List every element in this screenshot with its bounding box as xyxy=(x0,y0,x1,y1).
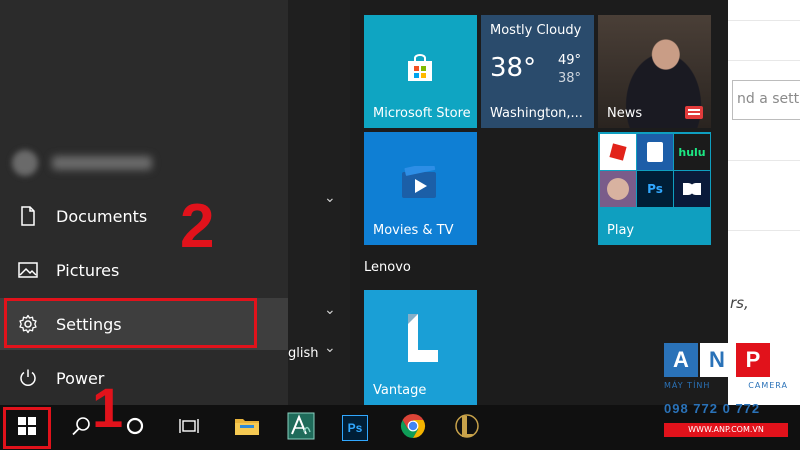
search-icon xyxy=(71,416,91,440)
watermark-letter: P xyxy=(736,343,770,377)
tile-label: Microsoft Store xyxy=(373,106,471,121)
tile-label: Play xyxy=(607,223,635,238)
tile-vantage[interactable]: Vantage xyxy=(364,290,477,405)
store-bag-icon xyxy=(404,53,436,89)
chevron-down-icon[interactable]: ⌄ xyxy=(324,340,336,356)
avatar xyxy=(12,150,38,176)
watermark-tagline: MÁY TÍNH CAMERA xyxy=(664,381,788,390)
step-2-label: 2 xyxy=(180,192,215,261)
rail-item-documents[interactable]: Documents xyxy=(0,190,288,242)
tile-play[interactable]: hulu Ps Play xyxy=(598,132,711,245)
pictures-icon xyxy=(0,244,56,296)
watermark-phone: 098 772 0 772 xyxy=(664,401,761,416)
tile-movies-tv[interactable]: Movies & TV xyxy=(364,132,477,245)
chevron-down-icon[interactable]: ⌄ xyxy=(324,190,336,206)
tile-microsoft-store[interactable]: Microsoft Store xyxy=(364,15,477,128)
divider xyxy=(728,230,800,231)
weather-temperature: 38° xyxy=(490,53,537,83)
app-icon xyxy=(287,412,315,444)
settings-search-input[interactable]: nd a settin xyxy=(732,80,800,120)
photoshop-icon: Ps xyxy=(342,414,368,441)
divider xyxy=(728,160,800,161)
photoshop-express-icon: Ps xyxy=(637,171,673,207)
rail-item-label: Documents xyxy=(56,206,148,226)
task-view-icon xyxy=(179,416,199,440)
tile-group-header: Lenovo xyxy=(364,260,411,275)
hulu-icon: hulu xyxy=(674,134,710,170)
user-account[interactable] xyxy=(12,148,152,178)
anp-watermark-logo: A N P MÁY TÍNH CAMERA 098 772 0 772 WWW.… xyxy=(664,343,794,443)
roblox-icon xyxy=(600,134,636,170)
document-icon xyxy=(0,190,56,242)
tile-label: Vantage xyxy=(373,383,427,398)
tile-label: News xyxy=(607,106,643,121)
weather-low: 38° xyxy=(558,71,582,86)
step-1-label: 1 xyxy=(92,376,124,439)
cortana-icon xyxy=(125,416,145,440)
rail-item-power[interactable]: Power xyxy=(0,352,288,404)
game-character-icon xyxy=(600,171,636,207)
settings-search-placeholder: nd a settin xyxy=(737,91,800,107)
task-view-button[interactable] xyxy=(164,405,214,450)
divider xyxy=(728,20,800,21)
app-button[interactable] xyxy=(276,405,326,450)
settings-highlight-box xyxy=(4,298,257,348)
tile-label: Movies & TV xyxy=(373,223,454,238)
app-group-label: glish xyxy=(288,346,319,361)
photoshop-button[interactable]: Ps xyxy=(330,405,380,450)
weather-high: 49° xyxy=(558,53,582,68)
watermark-letter: A xyxy=(664,343,698,377)
league-icon xyxy=(455,412,479,444)
film-play-icon xyxy=(400,162,440,206)
user-name-blurred xyxy=(52,156,152,170)
solitaire-icon xyxy=(637,134,673,170)
start-highlight-box xyxy=(3,407,51,449)
power-icon xyxy=(0,352,56,404)
weather-location: Washington,... xyxy=(490,106,583,121)
news-icon xyxy=(685,106,703,119)
chrome-icon xyxy=(400,413,426,443)
chevron-down-icon[interactable]: ⌄ xyxy=(324,302,336,318)
tile-news[interactable]: News xyxy=(598,15,711,128)
file-explorer-button[interactable] xyxy=(222,405,272,450)
rail-item-label: Pictures xyxy=(56,260,120,280)
watermark-url: WWW.ANP.COM.VN xyxy=(664,423,788,437)
watermark-letter: N xyxy=(700,343,734,377)
vantage-logo-icon xyxy=(400,312,442,370)
rail-item-pictures[interactable]: Pictures xyxy=(0,244,288,296)
divider xyxy=(728,60,800,61)
tile-weather[interactable]: Mostly Cloudy 38° 49° 38° Washington,... xyxy=(481,15,594,128)
settings-text-fragment: rs, xyxy=(730,294,749,312)
weather-condition: Mostly Cloudy xyxy=(490,23,582,38)
league-button[interactable] xyxy=(442,405,492,450)
file-explorer-icon xyxy=(234,415,260,441)
app-list xyxy=(288,0,350,405)
chrome-button[interactable] xyxy=(388,405,438,450)
dolby-icon xyxy=(674,171,710,207)
